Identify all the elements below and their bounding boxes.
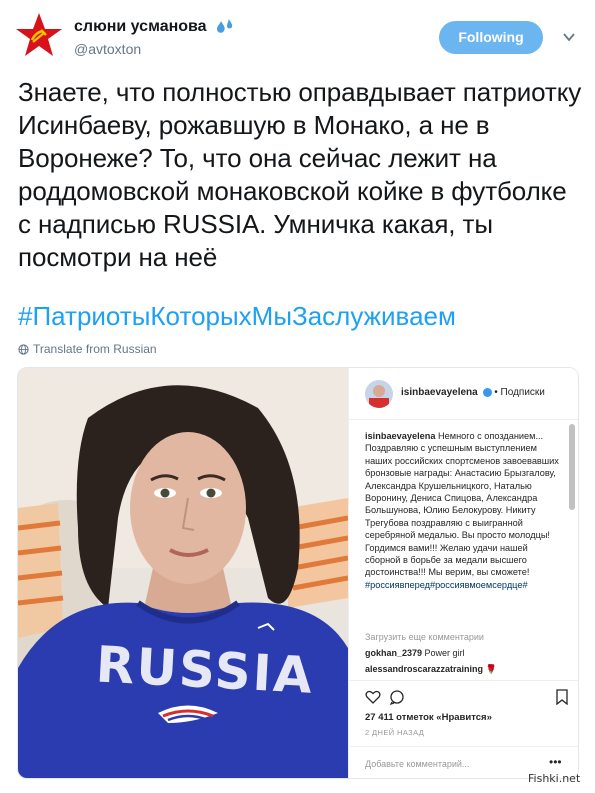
ig-header: isinbaevayelena • Подписки <box>349 368 578 420</box>
ig-caption: isinbaevayelena Немного с опозданием... … <box>365 430 565 591</box>
ig-load-more[interactable]: Загрузить еще комментарии <box>365 632 484 642</box>
comment-icon[interactable] <box>389 689 405 705</box>
ig-username[interactable]: isinbaevayelena <box>401 387 478 398</box>
user-avatar[interactable] <box>16 12 62 58</box>
hashtag-link[interactable]: #ПатриотыКоторыхМыЗаслуживаем <box>18 300 456 333</box>
instagram-panel: isinbaevayelena • Подписки isinbaevayele… <box>348 368 578 778</box>
ig-comment-text: 🌹 <box>485 664 497 674</box>
ig-post-date: 2 ДНЕЙ НАЗАД <box>365 728 425 737</box>
ig-avatar[interactable] <box>365 380 393 408</box>
ig-comment-text: Power girl <box>424 648 465 658</box>
user-handle[interactable]: @avtoxton <box>74 41 235 57</box>
ig-comment-user[interactable]: alessandroscarazzatraining <box>365 664 483 674</box>
sweat-droplets-icon <box>217 19 233 33</box>
ig-comment-user[interactable]: gokhan_2379 <box>365 648 422 658</box>
following-button[interactable]: Following <box>439 21 543 54</box>
ig-likes-count[interactable]: 27 411 отметок «Нравится» <box>365 712 492 723</box>
tweet-text: Знаете, что полностью оправдывает патрио… <box>18 77 582 272</box>
ig-scrollbar[interactable] <box>569 424 575 510</box>
tweet-header: слюни усманова @avtoxton Following <box>16 12 579 62</box>
chevron-down-icon[interactable] <box>562 30 576 44</box>
ig-follow-link[interactable]: • Подписки <box>494 387 545 398</box>
display-name[interactable]: слюни усманова <box>74 18 207 36</box>
shirt-text: RUSSIA <box>95 635 316 704</box>
ig-comment: gokhan_2379 Power girl <box>365 648 465 658</box>
ig-comment: alessandroscarazzatraining 🌹 <box>365 664 497 675</box>
ig-caption-text: Немного с опозданием... Поздравляю с усп… <box>365 431 559 578</box>
heart-icon[interactable] <box>365 689 381 705</box>
tweet-media[interactable]: RUSSIA isinbaevayelena • Подписки isinba… <box>17 367 579 779</box>
translate-label: Translate from Russian <box>33 342 157 356</box>
ig-caption-user[interactable]: isinbaevayelena <box>365 431 435 441</box>
user-names: слюни усманова @avtoxton <box>74 17 235 57</box>
translate-link[interactable]: Translate from Russian <box>18 342 157 356</box>
globe-icon <box>18 343 29 355</box>
ig-actions-bar <box>349 680 578 710</box>
bookmark-icon[interactable] <box>554 689 570 705</box>
ig-hashtags[interactable]: #россиявперед#россиявмоемсердце# <box>365 580 528 590</box>
ig-username-line: isinbaevayelena • Подписки <box>401 387 545 398</box>
watermark: Fishki.net <box>528 772 581 785</box>
verified-icon <box>482 387 492 397</box>
more-options-icon[interactable]: ••• <box>549 755 562 769</box>
selfie-photo[interactable]: RUSSIA <box>18 368 348 779</box>
ig-comment-input[interactable]: Добавьте комментарий... <box>365 759 469 769</box>
